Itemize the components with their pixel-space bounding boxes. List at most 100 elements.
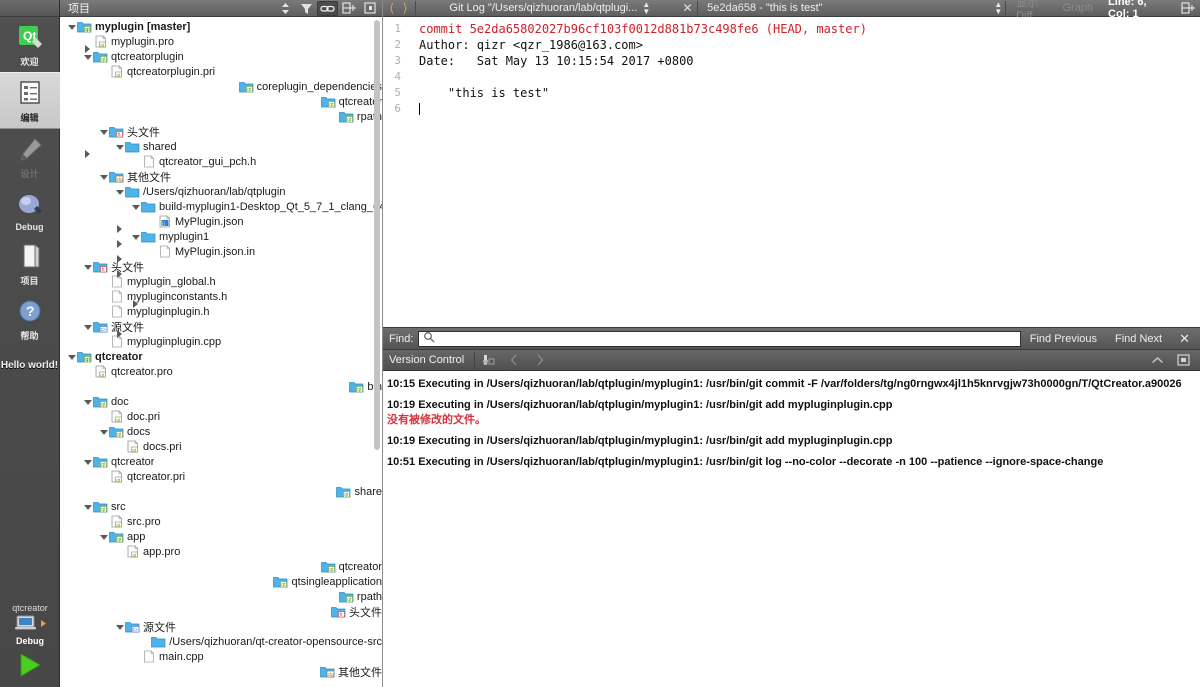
mode-label: 设计 <box>20 169 39 179</box>
clear-broom-icon[interactable] <box>475 353 501 367</box>
version-control-panel-header: Version Control <box>383 349 1200 371</box>
commit-selector-value: 5e2da658 - "this is test" <box>707 2 823 14</box>
kit-selector[interactable]: qtcreator Debug <box>0 603 60 681</box>
filter-funnel-icon[interactable] <box>296 1 317 16</box>
mode-selector-bar: Qt 欢迎 编辑 设计 Debug 项目 ? 帮助 Hello world! q… <box>0 0 60 687</box>
code-line: Date: Sat May 13 10:15:54 2017 +0800 <box>419 54 694 68</box>
console-entry: 10:19 Executing in /Users/qizhuoran/lab/… <box>387 398 1196 428</box>
svg-text:qt: qt <box>345 492 350 498</box>
document-title: Git Log "/Users/qizhuoran/lab/qtplugi... <box>449 2 638 14</box>
maximize-panel-icon[interactable] <box>1170 354 1196 366</box>
console-command-line: 10:15 Executing in /Users/qizhuoran/lab/… <box>387 378 1182 390</box>
project-folder-icon: qt <box>339 590 354 603</box>
qt-creator-window: Qt 欢迎 编辑 设计 Debug 项目 ? 帮助 Hello world! q… <box>0 0 1200 687</box>
text-cursor <box>419 103 420 115</box>
tree-scrollbar[interactable] <box>373 18 381 687</box>
toolbar-right-group <box>1177 1 1198 16</box>
toolbar-divider <box>415 1 416 15</box>
code-line: Author: qizr <qzr_1986@163.com> <box>419 38 643 52</box>
toolbar-divider <box>697 1 699 15</box>
chevron-down-icon[interactable] <box>66 351 77 362</box>
svg-text:cfg: cfg <box>328 672 335 677</box>
svg-text:qt: qt <box>347 597 352 603</box>
chevron-down-icon[interactable] <box>66 21 77 32</box>
design-brush-icon <box>15 135 45 165</box>
mode-projects[interactable]: 项目 <box>0 236 60 291</box>
console-entry: 10:19 Executing in /Users/qizhuoran/lab/… <box>387 434 1196 449</box>
modebar-top-spacer <box>0 0 59 17</box>
line-number: 5 <box>394 86 401 99</box>
project-pane-title: 项目 <box>68 3 90 15</box>
mode-label: Debug <box>15 222 44 232</box>
otherfiles-folder-icon: cfg <box>320 665 335 678</box>
qt-logo-icon: Qt <box>15 23 45 53</box>
kit-project-name: qtcreator <box>12 603 48 613</box>
close-find-bar-button[interactable]: ✕ <box>1171 331 1196 347</box>
version-control-title: Version Control <box>389 354 465 366</box>
forward-arrow-icon[interactable]: ⟩ <box>399 1 413 15</box>
editor-area: ⟨ ⟩ Git Log "/Users/qizhuoran/lab/qtplug… <box>383 0 1200 687</box>
tree-scrollbar-thumb[interactable] <box>374 20 380 450</box>
line-number: 1 <box>394 22 401 35</box>
chevron-down-icon[interactable] <box>82 501 93 512</box>
debug-bug-icon <box>15 190 45 220</box>
chevron-right-icon[interactable] <box>114 328 320 687</box>
mode-edit[interactable]: 编辑 <box>0 72 60 129</box>
commit-chevron-updown-icon[interactable]: ▲ ▼ <box>994 1 1002 16</box>
svg-text:qt: qt <box>85 27 90 33</box>
version-control-output[interactable]: 10:15 Executing in /Users/qizhuoran/lab/… <box>383 371 1200 687</box>
editor-content[interactable]: commit 5e2da65802027b96cf103f0012d881b73… <box>405 17 1200 327</box>
kit-expand-arrow-icon[interactable] <box>40 619 47 631</box>
commit-selector[interactable]: 5e2da658 - "this is test" <box>701 2 989 14</box>
projects-folder-icon <box>15 242 45 272</box>
console-error-line: 没有被修改的文件。 <box>387 414 486 426</box>
project-tree[interactable]: qt myplugin [master] qt myplugin.pro qt qtcre… <box>60 17 382 687</box>
line-number: 6 <box>394 102 401 115</box>
code-line: commit 5e2da65802027b96cf103f0012d881b73… <box>419 22 867 36</box>
svg-text:h: h <box>340 612 343 618</box>
panel-close-icon[interactable] <box>359 1 380 16</box>
find-next-button[interactable]: Find Next <box>1106 333 1171 345</box>
sort-selector[interactable] <box>275 1 296 16</box>
project-pane-header: 项目 <box>60 0 382 17</box>
code-line: "this is test" <box>419 86 550 100</box>
svg-text:qt: qt <box>358 387 363 393</box>
split-add-icon[interactable] <box>1177 1 1198 16</box>
headers-folder-icon: h <box>331 605 346 618</box>
hello-world-label: Hello world! <box>0 360 59 371</box>
kit-target-row[interactable] <box>14 614 47 635</box>
close-document-button[interactable]: ✕ <box>681 1 695 15</box>
mode-design[interactable]: 设计 <box>0 129 60 184</box>
next-arrow-icon[interactable] <box>527 354 553 366</box>
console-command-line: 10:19 Executing in /Users/qizhuoran/lab/… <box>387 399 893 411</box>
project-tree-pane: 项目 qt myplugin [master] qt myplugin.pro … <box>60 0 383 687</box>
mode-label: 项目 <box>20 276 39 286</box>
prev-arrow-icon[interactable] <box>501 354 527 366</box>
line-number: 4 <box>394 70 401 83</box>
chevron-up-icon[interactable] <box>1144 356 1170 365</box>
split-add-icon[interactable] <box>338 1 359 16</box>
line-number: 2 <box>394 38 401 51</box>
search-icon <box>423 331 435 346</box>
chevron-down-icon[interactable] <box>98 531 109 542</box>
run-play-icon[interactable] <box>17 652 43 681</box>
find-previous-button[interactable]: Find Previous <box>1021 333 1106 345</box>
mode-label: 欢迎 <box>20 57 39 67</box>
find-input[interactable] <box>418 330 1021 347</box>
git-log-editor[interactable]: 1 2 3 4 5 6 commit 5e2da65802027b96cf103f0012… <box>383 17 1200 327</box>
svg-text:qt: qt <box>101 507 106 513</box>
kit-build-config: Debug <box>16 636 44 646</box>
project-folder-icon: qt <box>349 380 364 393</box>
graph-button[interactable]: Graph <box>1055 2 1100 14</box>
mode-debug[interactable]: Debug <box>0 184 60 236</box>
console-command-line: 10:51 Executing in /Users/qizhuoran/lab/… <box>387 456 1104 468</box>
back-arrow-icon[interactable]: ⟨ <box>385 1 399 15</box>
mode-help[interactable]: ? 帮助 <box>0 291 60 346</box>
document-selector[interactable]: Git Log "/Users/qizhuoran/lab/qtplugi...… <box>419 1 681 15</box>
editor-toolbar: ⟨ ⟩ Git Log "/Users/qizhuoran/lab/qtplug… <box>383 0 1200 22</box>
mode-label: 帮助 <box>20 331 39 341</box>
mode-welcome[interactable]: Qt 欢迎 <box>0 17 60 72</box>
find-label: Find: <box>389 332 414 345</box>
link-icon[interactable] <box>317 0 338 16</box>
console-entry: 10:15 Executing in /Users/qizhuoran/lab/… <box>387 377 1196 392</box>
